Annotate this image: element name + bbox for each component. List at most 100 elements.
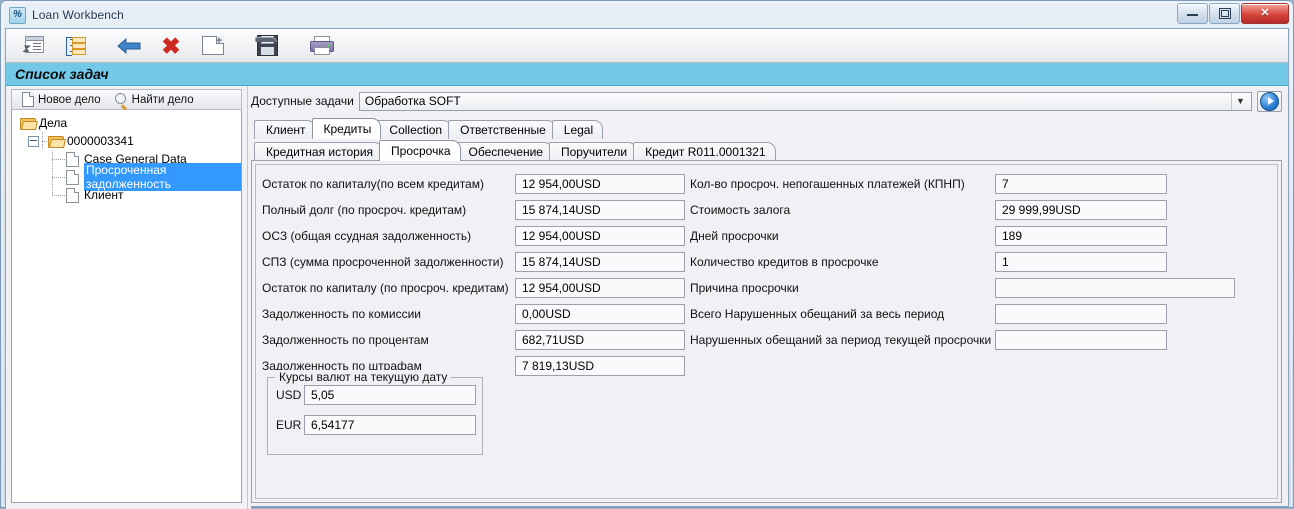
field-label: Дней просрочки <box>690 229 779 243</box>
section-title: Список задач <box>15 66 109 82</box>
chevron-down-icon[interactable]: ▼ <box>1231 92 1249 110</box>
form-row: Стоимость залога 29 999,99USD <box>690 197 1257 223</box>
task-selector-value: Обработка SOFT <box>364 94 461 108</box>
case-tree[interactable]: Дела 0000003341 Case General Data Просро… <box>11 110 242 503</box>
currency-rates-title: Курсы валют на текущую дату <box>275 370 452 384</box>
field-value-commission-debt[interactable]: 0,00USD <box>515 304 685 324</box>
page-icon <box>66 187 79 203</box>
run-task-button[interactable] <box>1257 90 1282 112</box>
title-bar: % Loan Workbench ✕ <box>5 3 1289 26</box>
tab-kredity[interactable]: Кредиты <box>311 118 382 139</box>
find-case-button[interactable]: Найти дело <box>110 90 199 110</box>
floppy-save-icon <box>254 35 278 56</box>
secondary-tabs: Кредитная история Просрочка Обеспечение … <box>251 140 1282 161</box>
tab-prosrochka[interactable]: Просрочка <box>379 140 461 161</box>
form-column-left: Остаток по капиталу(по всем кредитам) 12… <box>262 171 692 379</box>
field-value-capital-total[interactable]: 12 954,00USD <box>515 174 685 194</box>
task-list-button[interactable] <box>56 30 94 62</box>
application-window: % Loan Workbench ✕ ⧗ ✖ + Список задач Но… <box>0 0 1294 509</box>
task-selector-label: Доступные задачи <box>251 94 354 108</box>
print-button[interactable] <box>302 30 340 62</box>
field-label: Задолженность по комиссии <box>262 307 421 321</box>
tab-collection[interactable]: Collection <box>377 120 453 139</box>
overdue-form: Остаток по капиталу(по всем кредитам) 12… <box>256 165 1277 455</box>
form-row: Нарушенных обещаний за период текущей пр… <box>690 327 1257 353</box>
field-label: СПЗ (сумма просроченной задолженности) <box>262 255 504 269</box>
folder-icon <box>48 135 66 148</box>
field-value-collateral-cost[interactable]: 29 999,99USD <box>995 200 1167 220</box>
field-value-overdue-loans-count[interactable]: 1 <box>995 252 1167 272</box>
tab-kreditnaya-istoriya[interactable]: Кредитная история <box>254 142 384 161</box>
tree-child-node[interactable]: Просроченная задолженность <box>16 163 241 191</box>
form-row: Остаток по капиталу(по всем кредитам) 12… <box>262 171 692 197</box>
delete-button[interactable]: ✖ <box>152 30 190 62</box>
app-percent-icon: % <box>9 6 26 24</box>
field-value-penalty-debt[interactable]: 7 819,13USD <box>515 356 685 376</box>
tree-connector <box>52 168 66 186</box>
field-label: Стоимость залога <box>690 203 791 217</box>
form-row: Задолженность по комиссии 0,00USD <box>262 301 692 327</box>
main-toolbar: ⧗ ✖ + <box>6 29 1288 63</box>
left-panel: Новое дело Найти дело Дела 0000003341 Ca… <box>6 86 245 509</box>
tab-poruchiteli[interactable]: Поручители <box>548 142 638 161</box>
tab-legal[interactable]: Legal <box>551 120 604 139</box>
magnifier-icon <box>114 93 128 110</box>
window-title: Loan Workbench <box>32 8 124 22</box>
tab-klient[interactable]: Клиент <box>254 120 316 139</box>
form-row: Кол-во просроч. непогашенных платежей (К… <box>690 171 1257 197</box>
task-selector-combo[interactable]: Обработка SOFT ▼ <box>358 91 1252 111</box>
task-window-button[interactable]: ⧗ <box>14 30 52 62</box>
form-row: Полный долг (по просроч. кредитам) 15 87… <box>262 197 692 223</box>
expander-icon[interactable] <box>28 135 39 147</box>
task-window-icon: ⧗ <box>22 36 44 55</box>
currency-row: EUR 6,54177 <box>276 412 482 438</box>
tree-root-node[interactable]: Дела <box>16 114 241 132</box>
new-document-button[interactable]: + <box>194 30 232 62</box>
document-icon <box>22 92 34 107</box>
field-value-interest-debt[interactable]: 682,71USD <box>515 330 685 350</box>
form-row: Задолженность по процентам 682,71USD <box>262 327 692 353</box>
field-label: Причина просрочки <box>690 281 799 295</box>
play-icon <box>1260 91 1279 111</box>
tab-kredit-r011[interactable]: Кредит R011.0001321 <box>633 142 776 161</box>
minimize-icon <box>1187 11 1198 16</box>
maximize-button[interactable] <box>1209 3 1240 24</box>
field-value-full-debt[interactable]: 15 874,14USD <box>515 200 685 220</box>
printer-icon <box>310 36 334 55</box>
field-value-broken-promises-current[interactable] <box>995 330 1167 350</box>
tab-content-panel: Остаток по капиталу(по всем кредитам) 12… <box>251 160 1282 503</box>
field-label: Нарушенных обещаний за период текущей пр… <box>690 333 992 347</box>
form-row: Дней просрочки 189 <box>690 223 1257 249</box>
tab-obespechenie[interactable]: Обеспечение <box>456 142 553 161</box>
back-button[interactable] <box>110 30 148 62</box>
currency-rates-group: Курсы валют на текущую дату USD 5,05 EUR… <box>267 370 483 455</box>
tree-connector <box>52 186 66 204</box>
field-value-osz[interactable]: 12 954,00USD <box>515 226 685 246</box>
section-band: Список задач <box>6 63 1288 86</box>
new-case-label: Новое дело <box>38 93 101 106</box>
save-button[interactable] <box>248 30 286 62</box>
new-case-button[interactable]: Новое дело <box>17 90 106 109</box>
list-tree-icon <box>65 36 86 56</box>
minimize-button[interactable] <box>1177 3 1208 24</box>
form-row: Количество кредитов в просрочке 1 <box>690 249 1257 275</box>
new-document-icon: + <box>202 36 224 55</box>
currency-code-eur: EUR <box>276 418 302 432</box>
field-value-overdue-reason[interactable] <box>995 278 1235 298</box>
field-value-spz[interactable]: 15 874,14USD <box>515 252 685 272</box>
tree-child-label: Клиент <box>84 188 124 202</box>
currency-rate-usd[interactable]: 5,05 <box>304 385 476 405</box>
close-button[interactable]: ✕ <box>1241 3 1289 24</box>
field-value-kpnp[interactable]: 7 <box>995 174 1167 194</box>
folder-icon <box>20 117 38 130</box>
field-value-broken-promises-total[interactable] <box>995 304 1167 324</box>
tree-child-label-selected: Просроченная задолженность <box>84 163 241 191</box>
field-label: Кол-во просроч. непогашенных платежей (К… <box>690 177 965 191</box>
tree-case-node[interactable]: 0000003341 <box>16 132 241 150</box>
page-icon <box>66 169 79 185</box>
currency-rate-eur[interactable]: 6,54177 <box>304 415 476 435</box>
field-label: Всего Нарушенных обещаний за весь период <box>690 307 945 321</box>
field-value-capital-overdue[interactable]: 12 954,00USD <box>515 278 685 298</box>
tab-otvetstvennye[interactable]: Ответственные <box>448 120 556 139</box>
field-value-days-overdue[interactable]: 189 <box>995 226 1167 246</box>
